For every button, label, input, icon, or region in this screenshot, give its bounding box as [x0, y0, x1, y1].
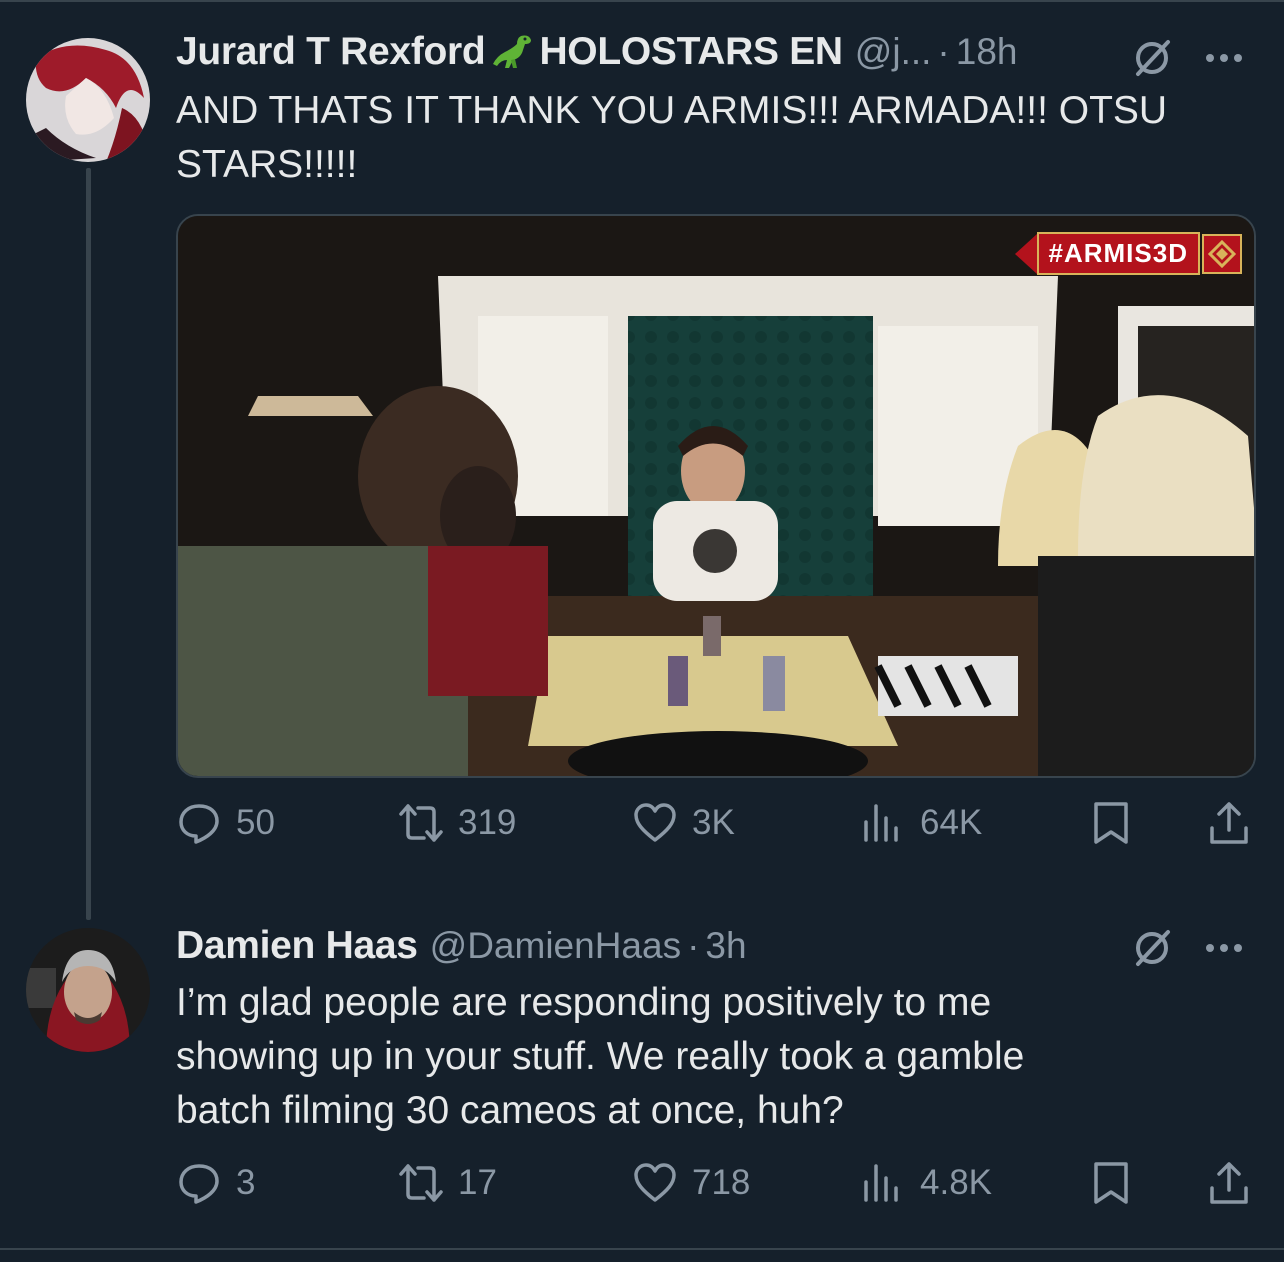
author-handle[interactable]: @DamienHaas — [430, 925, 681, 967]
share-icon — [1210, 802, 1248, 844]
repost-count: 319 — [458, 803, 517, 842]
tweet1-header: Jurard T Rexford HOLOSTARS EN @j... · 18… — [176, 30, 1017, 74]
bookmark-button[interactable] — [1088, 1160, 1148, 1206]
separator-dot: · — [937, 31, 950, 72]
repost-count: 17 — [458, 1163, 497, 1202]
reply-button[interactable]: 50 — [176, 800, 275, 846]
bottom-divider — [0, 1248, 1284, 1250]
repost-button[interactable]: 319 — [398, 800, 516, 846]
separator-dot: · — [687, 925, 700, 966]
tweet-timestamp[interactable]: 18h — [956, 31, 1018, 73]
tweet1-text-line1: AND THATS IT THANK YOU ARMIS!!! ARMADA!!… — [176, 89, 1168, 132]
tweet2-text-line3: batch filming 30 cameos at once, huh? — [176, 1089, 844, 1132]
thread-connector — [86, 168, 91, 920]
dinosaur-emoji-icon — [491, 32, 533, 72]
tweet1-text-line2: STARS!!!!! — [176, 143, 358, 186]
reply-button[interactable]: 3 — [176, 1160, 255, 1206]
author-name[interactable]: Jurard T Rexford — [176, 30, 486, 74]
views-count: 64K — [920, 803, 983, 842]
views-button[interactable]: 4.8K — [860, 1160, 992, 1206]
reply-count: 3 — [236, 1163, 256, 1202]
badge-emblem-icon — [1202, 233, 1242, 274]
share-button[interactable] — [1206, 800, 1266, 846]
tweet-timestamp[interactable]: 3h — [705, 925, 746, 967]
reply-count: 50 — [236, 803, 275, 842]
author-handle[interactable]: @j... — [855, 31, 932, 73]
author-affiliation: HOLOSTARS EN — [539, 30, 843, 73]
views-count: 4.8K — [920, 1163, 992, 1202]
repost-icon — [399, 804, 443, 842]
bookmark-icon — [1094, 802, 1128, 844]
views-button[interactable]: 64K — [860, 800, 982, 846]
more-options-icon[interactable] — [1206, 54, 1242, 62]
tweet-media-image[interactable]: #ARMIS3D — [176, 214, 1256, 778]
like-button[interactable]: 3K — [632, 800, 735, 846]
grok-icon[interactable] — [1130, 36, 1174, 80]
reply-icon — [179, 1164, 219, 1204]
like-count: 718 — [692, 1163, 751, 1202]
heart-icon — [634, 1163, 676, 1202]
author-name[interactable]: Damien Haas — [176, 924, 418, 968]
like-button[interactable]: 718 — [632, 1160, 750, 1206]
share-icon — [1210, 1162, 1248, 1204]
tweet2-text-line2: showing up in your stuff. We really took… — [176, 1035, 1025, 1078]
analytics-icon — [864, 804, 898, 842]
more-options-icon[interactable] — [1206, 944, 1242, 952]
heart-icon — [634, 803, 676, 842]
avatar-jurard[interactable] — [26, 38, 150, 162]
repost-icon — [399, 1164, 443, 1202]
tweet2-text: I’m glad people are responding positivel… — [176, 976, 1024, 1138]
avatar-damien[interactable] — [26, 928, 150, 1052]
grok-icon[interactable] — [1130, 926, 1174, 970]
bookmark-icon — [1094, 1162, 1128, 1204]
media-badge-text: #ARMIS3D — [1036, 232, 1200, 275]
repost-button[interactable]: 17 — [398, 1160, 497, 1206]
bookmark-button[interactable] — [1088, 800, 1148, 846]
tweet2-text-line1: I’m glad people are responding positivel… — [176, 981, 992, 1024]
tweet2-header: Damien Haas @DamienHaas · 3h — [176, 924, 747, 968]
tweet1-text: AND THATS IT THANK YOU ARMIS!!! ARMADA!!… — [176, 84, 1167, 192]
media-hashtag-badge: #ARMIS3D — [1014, 232, 1242, 275]
share-button[interactable] — [1206, 1160, 1266, 1206]
analytics-icon — [864, 1164, 898, 1202]
tweet2-action-bar: 3 17 718 4.8K — [176, 1160, 1256, 1210]
top-divider — [0, 0, 1284, 2]
tweet1-action-bar: 50 319 3K 64K — [176, 800, 1256, 850]
reply-icon — [179, 804, 219, 844]
like-count: 3K — [692, 803, 735, 842]
